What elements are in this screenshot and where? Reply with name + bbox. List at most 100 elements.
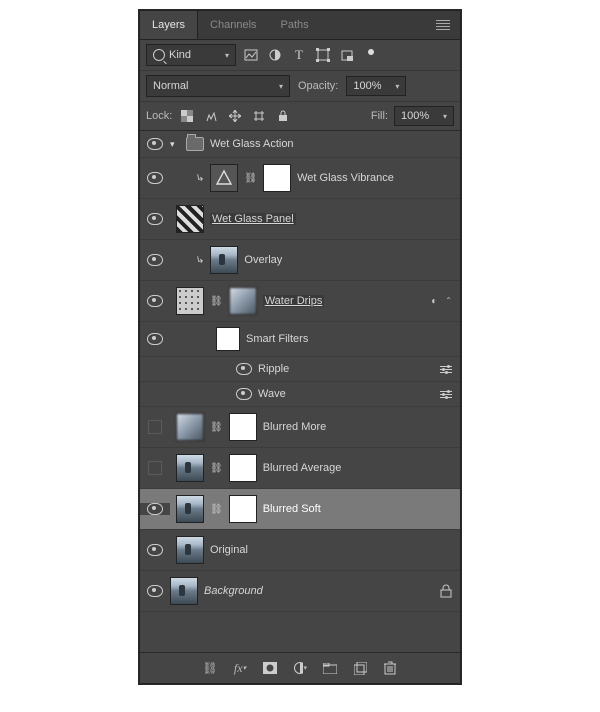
mask-thumb[interactable]: [229, 454, 257, 482]
visibility-toggle[interactable]: [147, 213, 163, 225]
layer-thumb[interactable]: [176, 413, 204, 441]
visibility-toggle[interactable]: [148, 461, 162, 475]
visibility-toggle[interactable]: [236, 363, 252, 375]
layer-thumb[interactable]: [176, 495, 204, 523]
layer-name[interactable]: Blurred More: [263, 421, 327, 433]
opacity-input[interactable]: 100% ▾: [346, 76, 406, 96]
layer-wet-glass-panel[interactable]: Wet Glass Panel: [140, 199, 460, 240]
lock-all-icon[interactable]: [274, 107, 292, 125]
filter-adjustment-icon[interactable]: [266, 46, 284, 64]
filter-shape-icon[interactable]: [314, 46, 332, 64]
smart-filters-row[interactable]: Smart Filters: [140, 322, 460, 357]
chevron-down-icon: ▾: [395, 82, 399, 91]
layer-thumb[interactable]: [176, 287, 204, 315]
layer-water-drips[interactable]: ⛓ Water Drips ◐ ⌃: [140, 281, 460, 322]
filter-settings-icon[interactable]: [440, 391, 452, 398]
lock-position-icon[interactable]: [226, 107, 244, 125]
layer-blurred-soft[interactable]: ⛓ Blurred Soft: [140, 489, 460, 530]
filter-ripple[interactable]: Ripple: [140, 357, 460, 382]
new-group-icon[interactable]: [323, 661, 337, 675]
layer-name[interactable]: Original: [210, 544, 248, 556]
link-icon: ⛓: [210, 296, 223, 307]
visibility-toggle[interactable]: [147, 295, 163, 307]
filter-smartobject-icon[interactable]: [338, 46, 356, 64]
fill-label: Fill:: [371, 110, 388, 122]
filter-wave[interactable]: Wave: [140, 382, 460, 407]
mask-thumb[interactable]: [229, 287, 257, 315]
expand-filters-icon[interactable]: ⌃: [445, 296, 452, 307]
link-icon: ⛓: [210, 422, 223, 433]
layer-name[interactable]: Wet Glass Panel: [210, 213, 296, 225]
tab-channels[interactable]: Channels: [198, 11, 268, 39]
layer-name[interactable]: Background: [204, 585, 263, 597]
visibility-toggle[interactable]: [147, 333, 163, 345]
fill-value: 100%: [401, 110, 429, 122]
blend-mode-value: Normal: [153, 80, 188, 92]
add-mask-icon[interactable]: [263, 661, 277, 675]
visibility-toggle[interactable]: [147, 254, 163, 266]
layer-name[interactable]: Blurred Average: [263, 462, 342, 474]
layer-background[interactable]: Background: [140, 571, 460, 612]
visibility-toggle[interactable]: [147, 138, 163, 150]
layers-list: ▾ Wet Glass Action ↳ ⛓ Wet Glass Vibranc…: [140, 131, 460, 652]
filter-toggle-dot[interactable]: [362, 46, 380, 64]
smart-filters-label: Smart Filters: [246, 333, 308, 345]
filter-type-icon[interactable]: T: [290, 46, 308, 64]
new-adjustment-icon[interactable]: ▾: [293, 661, 307, 675]
link-layers-icon[interactable]: ⛓: [203, 661, 217, 675]
layer-blurred-more[interactable]: ⛓ Blurred More: [140, 407, 460, 448]
layer-thumb[interactable]: [170, 577, 198, 605]
filter-name[interactable]: Wave: [258, 388, 286, 400]
layer-thumb[interactable]: [176, 205, 204, 233]
panel-menu-icon[interactable]: [426, 20, 460, 30]
clipping-icon: ↳: [195, 172, 205, 184]
filter-name[interactable]: Ripple: [258, 363, 289, 375]
layer-overlay[interactable]: ↳ Overlay: [140, 240, 460, 281]
layer-thumb[interactable]: [210, 246, 238, 274]
filter-settings-icon[interactable]: [440, 366, 452, 373]
smart-filter-badge[interactable]: ◐: [431, 296, 437, 307]
new-layer-icon[interactable]: [353, 661, 367, 675]
layer-original[interactable]: Original: [140, 530, 460, 571]
visibility-toggle[interactable]: [147, 172, 163, 184]
lock-transparency-icon[interactable]: [178, 107, 196, 125]
disclosure-triangle[interactable]: ▾: [170, 139, 180, 150]
layer-thumb[interactable]: [176, 454, 204, 482]
clipping-icon: ↳: [195, 254, 205, 266]
layer-thumb[interactable]: [176, 536, 204, 564]
delete-layer-icon[interactable]: [383, 661, 397, 675]
filter-mask-thumb[interactable]: [216, 327, 240, 351]
layer-name[interactable]: Overlay: [244, 254, 282, 266]
mask-thumb[interactable]: [229, 413, 257, 441]
lock-label: Lock:: [146, 110, 172, 122]
chevron-down-icon: ▾: [225, 51, 229, 60]
visibility-toggle[interactable]: [147, 503, 163, 515]
chevron-down-icon: ▾: [279, 82, 283, 91]
filter-pixel-icon[interactable]: [242, 46, 260, 64]
tab-layers[interactable]: Layers: [140, 11, 198, 39]
layer-blurred-average[interactable]: ⛓ Blurred Average: [140, 448, 460, 489]
layer-name[interactable]: Wet Glass Action: [210, 138, 294, 150]
fill-input[interactable]: 100% ▾: [394, 106, 454, 126]
layer-effects-icon[interactable]: fx▾: [233, 661, 247, 675]
mask-thumb[interactable]: [263, 164, 291, 192]
visibility-toggle[interactable]: [148, 420, 162, 434]
layer-group-wet-glass[interactable]: ▾ Wet Glass Action: [140, 131, 460, 158]
adjustment-thumb: [210, 164, 238, 192]
layer-name[interactable]: Wet Glass Vibrance: [297, 172, 394, 184]
panel-bottom-toolbar: ⛓ fx▾ ▾: [140, 652, 460, 683]
layer-name[interactable]: Blurred Soft: [263, 503, 321, 515]
lock-artboard-icon[interactable]: [250, 107, 268, 125]
visibility-toggle[interactable]: [147, 585, 163, 597]
layers-panel: Layers Channels Paths Kind ▾ T Normal ▾ …: [139, 10, 461, 684]
blend-mode-select[interactable]: Normal ▾: [146, 75, 290, 97]
layer-name[interactable]: Water Drips: [263, 295, 325, 307]
visibility-toggle[interactable]: [236, 388, 252, 400]
visibility-toggle[interactable]: [147, 544, 163, 556]
lock-image-icon[interactable]: [202, 107, 220, 125]
empty-area: [140, 612, 460, 652]
filter-kind-select[interactable]: Kind ▾: [146, 44, 236, 66]
tab-paths[interactable]: Paths: [269, 11, 321, 39]
layer-vibrance[interactable]: ↳ ⛓ Wet Glass Vibrance: [140, 158, 460, 199]
mask-thumb[interactable]: [229, 495, 257, 523]
